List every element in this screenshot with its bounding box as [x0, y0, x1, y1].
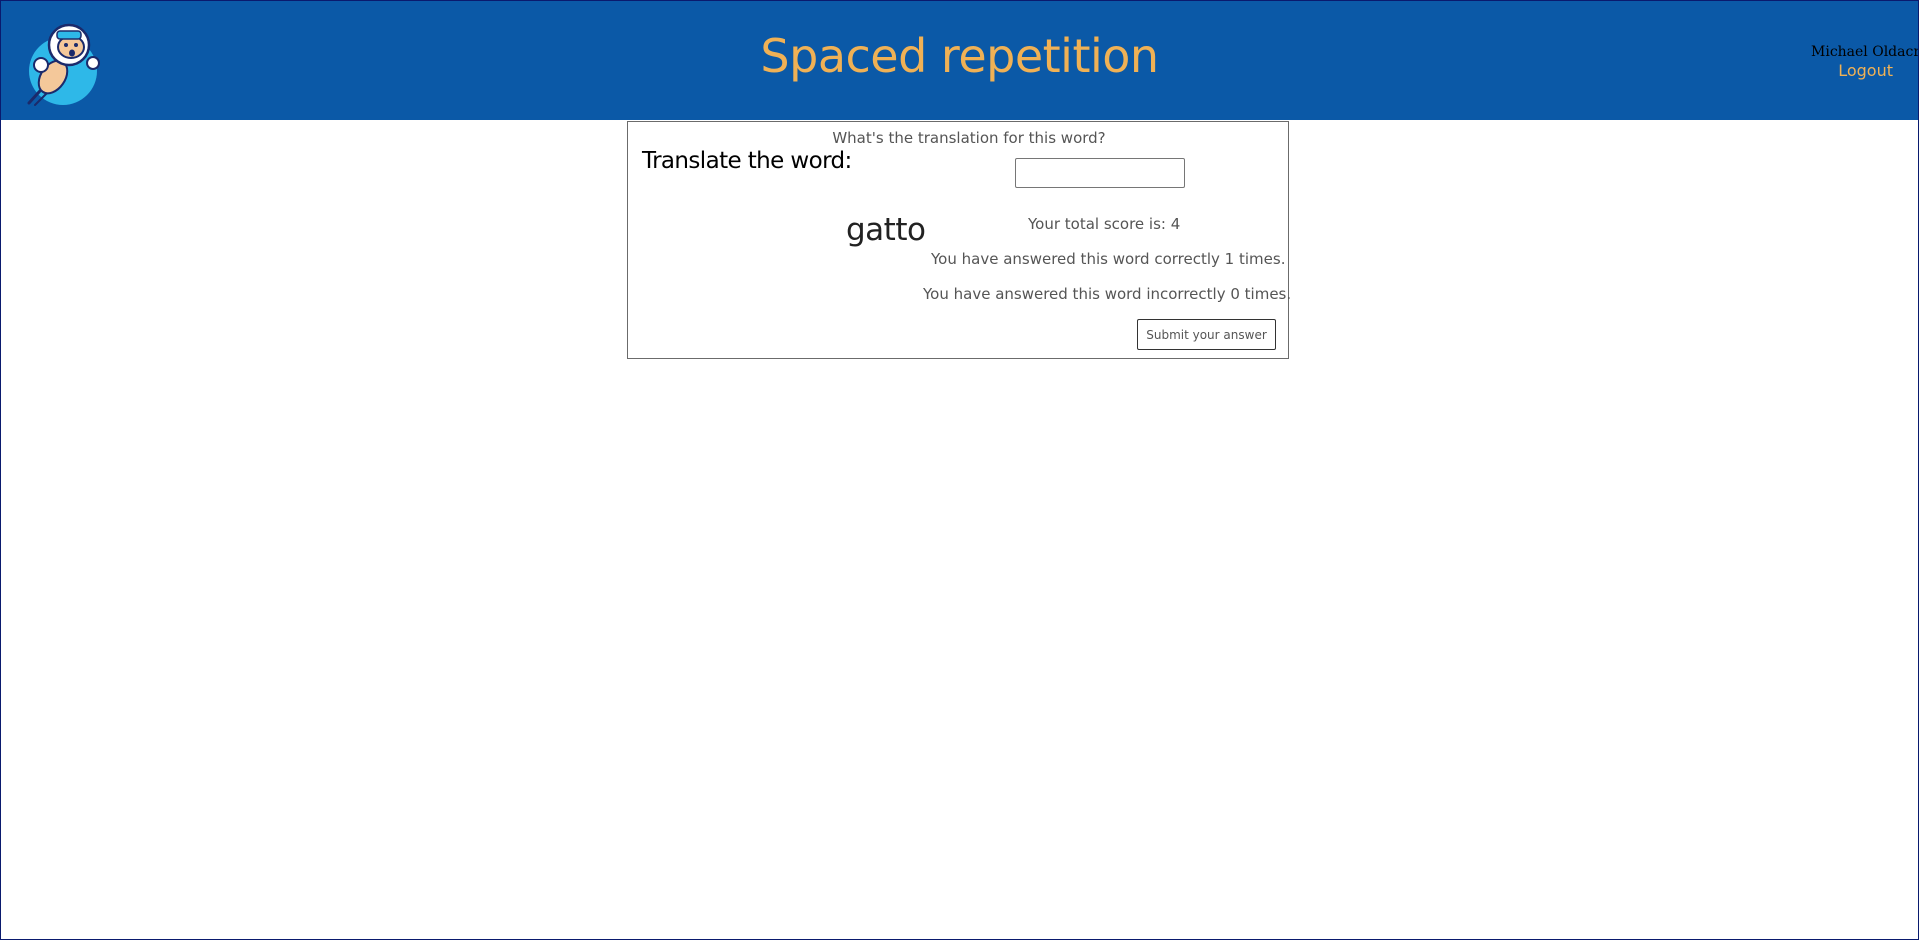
translate-heading: Translate the word:	[642, 148, 852, 174]
translation-question-label: What's the translation for this word?	[832, 129, 1106, 147]
incorrect-count-text: You have answered this word incorrectly …	[923, 285, 1292, 303]
translation-input[interactable]	[1015, 158, 1185, 188]
learning-card: Translate the word: gatto What's the tra…	[627, 121, 1292, 359]
site-header: Spaced repetition Michael Oldacre Logout	[1, 1, 1918, 120]
user-name: Michael Oldacre	[1811, 44, 1918, 60]
site-title: Spaced repetition	[760, 29, 1159, 83]
word-to-translate: gatto	[846, 212, 926, 248]
logout-link[interactable]: Logout	[1838, 61, 1893, 80]
total-score-text: Your total score is: 4	[1028, 215, 1181, 233]
correct-count-text: You have answered this word correctly 1 …	[931, 250, 1286, 268]
submit-answer-button[interactable]: Submit your answer	[1137, 319, 1276, 350]
